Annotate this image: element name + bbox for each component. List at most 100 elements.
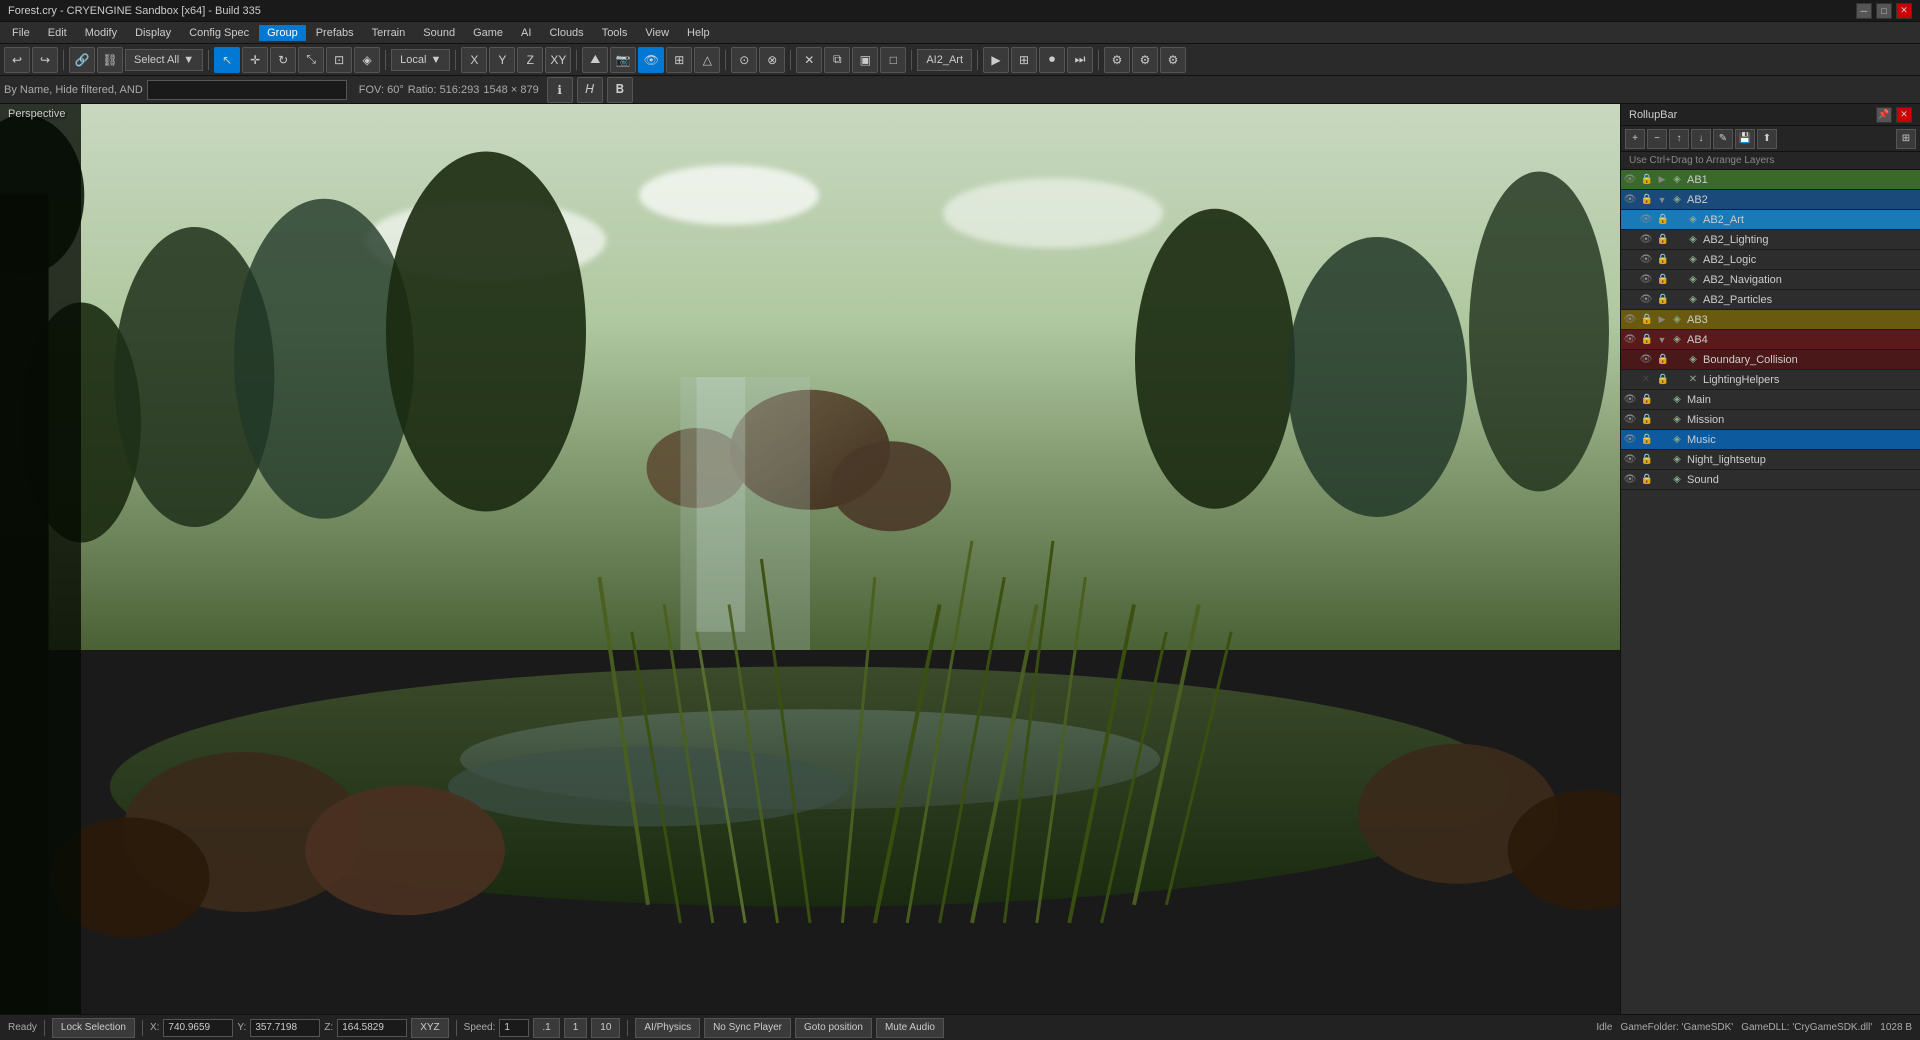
- layer-row-ab2-navigation[interactable]: 👁 🔒 ◈ AB2_Navigation: [1621, 270, 1920, 290]
- layer-vis-sound[interactable]: 👁: [1621, 470, 1639, 490]
- layer-row-ab4[interactable]: 👁 🔒 ▼ ◈ AB4: [1621, 330, 1920, 350]
- layer-vis-boundary[interactable]: 👁: [1637, 350, 1655, 370]
- layer-row-lighting-helpers[interactable]: ✕ 🔒 ✕ LightingHelpers: [1621, 370, 1920, 390]
- camera-button[interactable]: 📷: [610, 47, 636, 73]
- menu-clouds[interactable]: Clouds: [541, 25, 591, 41]
- menu-help[interactable]: Help: [679, 25, 718, 41]
- layer-row-mission[interactable]: 👁 🔒 ◈ Mission: [1621, 410, 1920, 430]
- viewport[interactable]: Perspective: [0, 104, 1620, 1014]
- info-button[interactable]: ℹ: [547, 77, 573, 103]
- layer-vis-ab2-lighting[interactable]: 👁: [1637, 230, 1655, 250]
- settings2-button[interactable]: ⚙: [1132, 47, 1158, 73]
- layer-lock-ab1[interactable]: 🔒: [1639, 170, 1655, 190]
- ai-art-label[interactable]: AI2_Art: [917, 49, 972, 71]
- menu-terrain[interactable]: Terrain: [364, 25, 414, 41]
- axis-z-button[interactable]: Z: [517, 47, 543, 73]
- layer-expand-mission[interactable]: [1655, 410, 1669, 430]
- layer-add2-button[interactable]: ⊞: [1896, 129, 1916, 149]
- layer-expand-ab3[interactable]: ▶: [1655, 310, 1669, 330]
- layer-row-music[interactable]: 👁 🔒 ◈ Music: [1621, 430, 1920, 450]
- layer-expand-music[interactable]: [1655, 430, 1669, 450]
- layer-row-ab2-particles[interactable]: 👁 🔒 ◈ AB2_Particles: [1621, 290, 1920, 310]
- x-input[interactable]: [163, 1019, 233, 1037]
- step-button[interactable]: ⏭: [1067, 47, 1093, 73]
- rotate-tool-button[interactable]: ↻: [270, 47, 296, 73]
- layer-row-ab1[interactable]: 👁 🔒 ▶ ◈ AB1: [1621, 170, 1920, 190]
- layer-expand-main[interactable]: [1655, 390, 1669, 410]
- layer-new-button[interactable]: +: [1625, 129, 1645, 149]
- menu-sound[interactable]: Sound: [415, 25, 463, 41]
- info2-button[interactable]: 𝐻: [577, 77, 603, 103]
- ungroup-button[interactable]: □: [880, 47, 906, 73]
- link-button[interactable]: 🔗: [69, 47, 95, 73]
- layer-row-night-lightsetup[interactable]: 👁 🔒 ◈ Night_lightsetup: [1621, 450, 1920, 470]
- angle-button[interactable]: △: [694, 47, 720, 73]
- layer-vis-ab2-navigation[interactable]: 👁: [1637, 270, 1655, 290]
- select-all-button[interactable]: Select All ▼: [125, 49, 203, 71]
- menu-game[interactable]: Game: [465, 25, 511, 41]
- layer-vis-ab2[interactable]: 👁: [1621, 190, 1639, 210]
- layer-vis-ab3[interactable]: 👁: [1621, 310, 1639, 330]
- y-input[interactable]: [250, 1019, 320, 1037]
- layer-row-ab3[interactable]: 👁 🔒 ▶ ◈ AB3: [1621, 310, 1920, 330]
- stop-button[interactable]: ⊞: [1011, 47, 1037, 73]
- layer-vis-lighting-helpers[interactable]: ✕: [1637, 370, 1655, 390]
- layer-vis-music[interactable]: 👁: [1621, 430, 1639, 450]
- layer-lock-lighting-helpers[interactable]: 🔒: [1655, 370, 1671, 390]
- undo-button[interactable]: ↩: [4, 47, 30, 73]
- layer-lock-ab2-logic[interactable]: 🔒: [1655, 250, 1671, 270]
- xyz-button[interactable]: XYZ: [411, 1018, 448, 1038]
- layer-lock-ab4[interactable]: 🔒: [1639, 330, 1655, 350]
- mute-audio-button[interactable]: Mute Audio: [876, 1018, 944, 1038]
- layer-vis-ab4[interactable]: 👁: [1621, 330, 1639, 350]
- unlink-button[interactable]: ⛓: [97, 47, 123, 73]
- layer-delete-button[interactable]: −: [1647, 129, 1667, 149]
- menu-modify[interactable]: Modify: [77, 25, 125, 41]
- layer-lock-mission[interactable]: 🔒: [1639, 410, 1655, 430]
- scale2-tool-button[interactable]: ⊡: [326, 47, 352, 73]
- layer-lock-main[interactable]: 🔒: [1639, 390, 1655, 410]
- duplicate-button[interactable]: ⧉: [824, 47, 850, 73]
- info3-button[interactable]: 𝐁: [607, 77, 633, 103]
- move-tool-button[interactable]: ✛: [242, 47, 268, 73]
- settings-button[interactable]: ⚙: [1104, 47, 1130, 73]
- layer-lock-boundary[interactable]: 🔒: [1655, 350, 1671, 370]
- menu-file[interactable]: File: [4, 25, 38, 41]
- speed-input[interactable]: [499, 1019, 529, 1037]
- layer-expand-ab2-lighting[interactable]: [1671, 230, 1685, 250]
- terrain-tool-button[interactable]: ⛰: [582, 47, 608, 73]
- layer-vis-ab2-art[interactable]: 👁: [1637, 210, 1655, 230]
- layer-vis-night-lightsetup[interactable]: 👁: [1621, 450, 1639, 470]
- layer-expand-lighting-helpers[interactable]: [1671, 370, 1685, 390]
- lock-selection-button[interactable]: Lock Selection: [52, 1018, 135, 1038]
- layer-lock-sound[interactable]: 🔒: [1639, 470, 1655, 490]
- z-input[interactable]: [337, 1019, 407, 1037]
- layer-lock-ab2-lighting[interactable]: 🔒: [1655, 230, 1671, 250]
- menu-edit[interactable]: Edit: [40, 25, 75, 41]
- settings3-button[interactable]: ⚙: [1160, 47, 1186, 73]
- layer-lock-music[interactable]: 🔒: [1639, 430, 1655, 450]
- layer-vis-main[interactable]: 👁: [1621, 390, 1639, 410]
- scale3-tool-button[interactable]: ◈: [354, 47, 380, 73]
- menu-display[interactable]: Display: [127, 25, 179, 41]
- snap-button[interactable]: ⊙: [731, 47, 757, 73]
- delete-button[interactable]: ✕: [796, 47, 822, 73]
- axis-xy-button[interactable]: XY: [545, 47, 571, 73]
- layer-vis-mission[interactable]: 👁: [1621, 410, 1639, 430]
- layer-expand-ab2-art[interactable]: [1671, 210, 1685, 230]
- snap2-button[interactable]: ⊗: [759, 47, 785, 73]
- layer-vis-ab1[interactable]: 👁: [1621, 170, 1639, 190]
- layer-up-button[interactable]: ↑: [1669, 129, 1689, 149]
- redo-button[interactable]: ↪: [32, 47, 58, 73]
- record-button[interactable]: ⏺: [1039, 47, 1065, 73]
- menu-tools[interactable]: Tools: [594, 25, 636, 41]
- layer-lock-night-lightsetup[interactable]: 🔒: [1639, 450, 1655, 470]
- layer-row-ab2-logic[interactable]: 👁 🔒 ◈ AB2_Logic: [1621, 250, 1920, 270]
- no-sync-player-button[interactable]: No Sync Player: [704, 1018, 791, 1038]
- layer-row-ab2-art[interactable]: 👁 🔒 ◈ AB2_Art: [1621, 210, 1920, 230]
- goto-position-button[interactable]: Goto position: [795, 1018, 872, 1038]
- select-tool-button[interactable]: ↖: [214, 47, 240, 73]
- layer-expand-ab2-logic[interactable]: [1671, 250, 1685, 270]
- close-button[interactable]: ✕: [1896, 3, 1912, 19]
- layer-expand-ab2-particles[interactable]: [1671, 290, 1685, 310]
